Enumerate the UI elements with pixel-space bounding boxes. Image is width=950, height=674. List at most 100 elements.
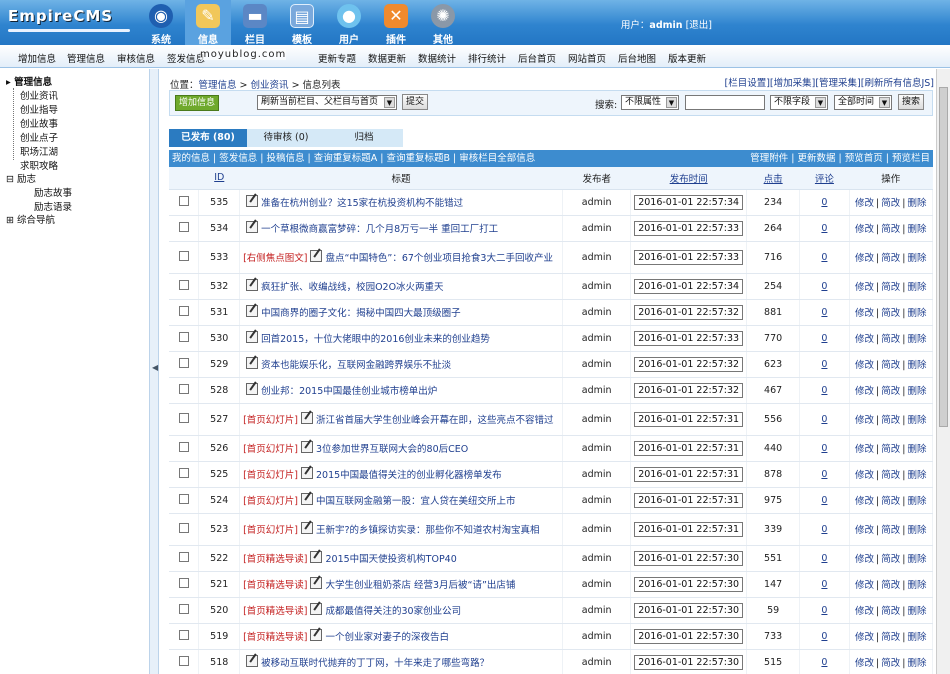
- row-time[interactable]: 2016-01-01 22:57:34: [634, 194, 744, 210]
- row-comments[interactable]: 0: [821, 252, 827, 263]
- delete-link[interactable]: 删除: [907, 253, 926, 264]
- tree-root[interactable]: ▸ 管理信息: [6, 74, 52, 88]
- row-title-link[interactable]: 浙江省首届大学生创业峰会开幕在即，这些亮点不容错过: [316, 415, 554, 426]
- row-tag[interactable]: [首页幻灯片]: [243, 415, 298, 426]
- row-tag[interactable]: [右侧焦点图文]: [243, 253, 307, 264]
- simple-edit-link[interactable]: 简改: [881, 606, 900, 617]
- row-time[interactable]: 2016-01-01 22:57:31: [634, 440, 744, 456]
- delete-link[interactable]: 删除: [907, 360, 926, 371]
- row-checkbox[interactable]: [178, 250, 189, 261]
- edit-icon[interactable]: [246, 278, 259, 291]
- row-time[interactable]: 2016-01-01 22:57:33: [634, 249, 744, 265]
- nav-plugin[interactable]: ✕ 插件: [373, 0, 419, 46]
- col-clicks[interactable]: 点击: [746, 167, 800, 190]
- tree-item[interactable]: 职场江湖: [20, 144, 58, 158]
- row-title-link[interactable]: 疯狂扩张、收编战线，校园O2O冰火两重天: [261, 282, 444, 293]
- edit-link[interactable]: 修改: [855, 386, 874, 397]
- nav-other[interactable]: ✺ 其他: [420, 0, 466, 46]
- delete-link[interactable]: 删除: [907, 580, 926, 591]
- row-comments[interactable]: 0: [821, 443, 827, 454]
- row-time[interactable]: 2016-01-01 22:57:33: [634, 220, 744, 236]
- simple-edit-link[interactable]: 简改: [881, 386, 900, 397]
- delete-link[interactable]: 删除: [907, 444, 926, 455]
- edit-link[interactable]: 修改: [855, 308, 874, 319]
- add-info-button[interactable]: 增加信息: [175, 95, 220, 111]
- col-time[interactable]: 发布时间: [630, 167, 747, 190]
- edit-icon[interactable]: [310, 628, 323, 641]
- simple-edit-link[interactable]: 简改: [881, 224, 900, 235]
- tree-item[interactable]: 创业资讯: [20, 88, 58, 102]
- row-comments[interactable]: 0: [821, 631, 827, 642]
- tree-item[interactable]: 创业故事: [20, 116, 58, 130]
- delete-link[interactable]: 删除: [907, 554, 926, 565]
- tab-archive[interactable]: 归档: [325, 129, 403, 147]
- simple-edit-link[interactable]: 简改: [881, 282, 900, 293]
- subnav-check[interactable]: 审核信息: [117, 51, 155, 65]
- row-tag[interactable]: [首页精选导读]: [243, 632, 307, 643]
- simple-edit-link[interactable]: 简改: [881, 470, 900, 481]
- refresh-select[interactable]: 刷新当前栏目、父栏目与首页 ▼: [257, 95, 397, 110]
- row-title-link[interactable]: 王新宇?的乡镇探访实录：那些你不知道农村淘宝真相: [316, 525, 540, 536]
- delete-link[interactable]: 删除: [907, 386, 926, 397]
- row-checkbox[interactable]: [178, 577, 189, 588]
- delete-link[interactable]: 删除: [907, 308, 926, 319]
- edit-icon[interactable]: [310, 249, 323, 262]
- row-title-link[interactable]: 中国商界的圈子文化：揭秘中国四大最顶级圈子: [261, 308, 461, 319]
- nav-system[interactable]: ◉ 系统: [138, 0, 184, 46]
- delete-link[interactable]: 删除: [907, 606, 926, 617]
- col-id[interactable]: ID: [198, 167, 240, 190]
- simple-edit-link[interactable]: 简改: [881, 334, 900, 345]
- delete-link[interactable]: 删除: [907, 632, 926, 643]
- edit-link[interactable]: 修改: [855, 580, 874, 591]
- submit-button[interactable]: 提交: [402, 94, 429, 110]
- search-button[interactable]: 搜索: [898, 94, 925, 110]
- row-checkbox[interactable]: [178, 467, 189, 478]
- subnav-manage[interactable]: 管理信息: [67, 51, 105, 65]
- edit-icon[interactable]: [246, 654, 259, 667]
- row-time[interactable]: 2016-01-01 22:57:30: [634, 628, 744, 644]
- row-checkbox[interactable]: [178, 331, 189, 342]
- simple-edit-link[interactable]: 简改: [881, 253, 900, 264]
- row-comments[interactable]: 0: [821, 553, 827, 564]
- row-title-link[interactable]: 2015中国最值得关注的创业孵化器榜单发布: [316, 470, 502, 481]
- splitter[interactable]: ◀: [150, 69, 159, 674]
- edit-icon[interactable]: [310, 602, 323, 615]
- simple-edit-link[interactable]: 简改: [881, 554, 900, 565]
- edit-link[interactable]: 修改: [855, 444, 874, 455]
- edit-link[interactable]: 修改: [855, 253, 874, 264]
- subnav-version[interactable]: 版本更新: [668, 51, 706, 65]
- simple-edit-link[interactable]: 简改: [881, 580, 900, 591]
- row-title-link[interactable]: 一个草根微商赢富梦碎：几个月8万亏一半 重回工厂打工: [261, 224, 498, 235]
- row-title-link[interactable]: 回首2015，十位大佬眼中的2016创业未来的创业趋势: [261, 334, 490, 345]
- edit-link[interactable]: 修改: [855, 632, 874, 643]
- delete-link[interactable]: 删除: [907, 334, 926, 345]
- edit-link[interactable]: 修改: [855, 496, 874, 507]
- simple-edit-link[interactable]: 简改: [881, 632, 900, 643]
- simple-edit-link[interactable]: 简改: [881, 444, 900, 455]
- row-checkbox[interactable]: [178, 357, 189, 368]
- field-select[interactable]: 不限字段 ▼: [770, 95, 828, 110]
- row-comments[interactable]: 0: [821, 385, 827, 396]
- row-time[interactable]: 2016-01-01 22:57:31: [634, 466, 744, 482]
- row-time[interactable]: 2016-01-01 22:57:33: [634, 330, 744, 346]
- row-checkbox[interactable]: [178, 221, 189, 232]
- row-tag[interactable]: [首页幻灯片]: [243, 496, 298, 507]
- tree-item[interactable]: 求职攻略: [20, 158, 58, 172]
- tree-group[interactable]: ⊟ 励志: [6, 171, 36, 185]
- row-checkbox[interactable]: [178, 551, 189, 562]
- tree-item[interactable]: 创业指导: [20, 102, 58, 116]
- row-tag[interactable]: [首页幻灯片]: [243, 525, 298, 536]
- tab-pending[interactable]: 待审核 (0): [247, 129, 325, 147]
- search-input[interactable]: [685, 95, 765, 110]
- row-comments[interactable]: 0: [821, 307, 827, 318]
- delete-link[interactable]: 删除: [907, 282, 926, 293]
- row-checkbox[interactable]: [178, 305, 189, 316]
- row-comments[interactable]: 0: [821, 414, 827, 425]
- edit-link[interactable]: 修改: [855, 224, 874, 235]
- delete-link[interactable]: 删除: [907, 470, 926, 481]
- subnav-special[interactable]: 更新专题: [318, 51, 356, 65]
- nav-user[interactable]: ● 用户: [326, 0, 372, 46]
- row-title-link[interactable]: 准备在杭州创业？这15家在杭投资机构不能错过: [261, 198, 463, 209]
- row-comments[interactable]: 0: [821, 657, 827, 668]
- row-title-link[interactable]: 大学生创业租奶茶店 经营3月后被“请”出店铺: [325, 580, 515, 591]
